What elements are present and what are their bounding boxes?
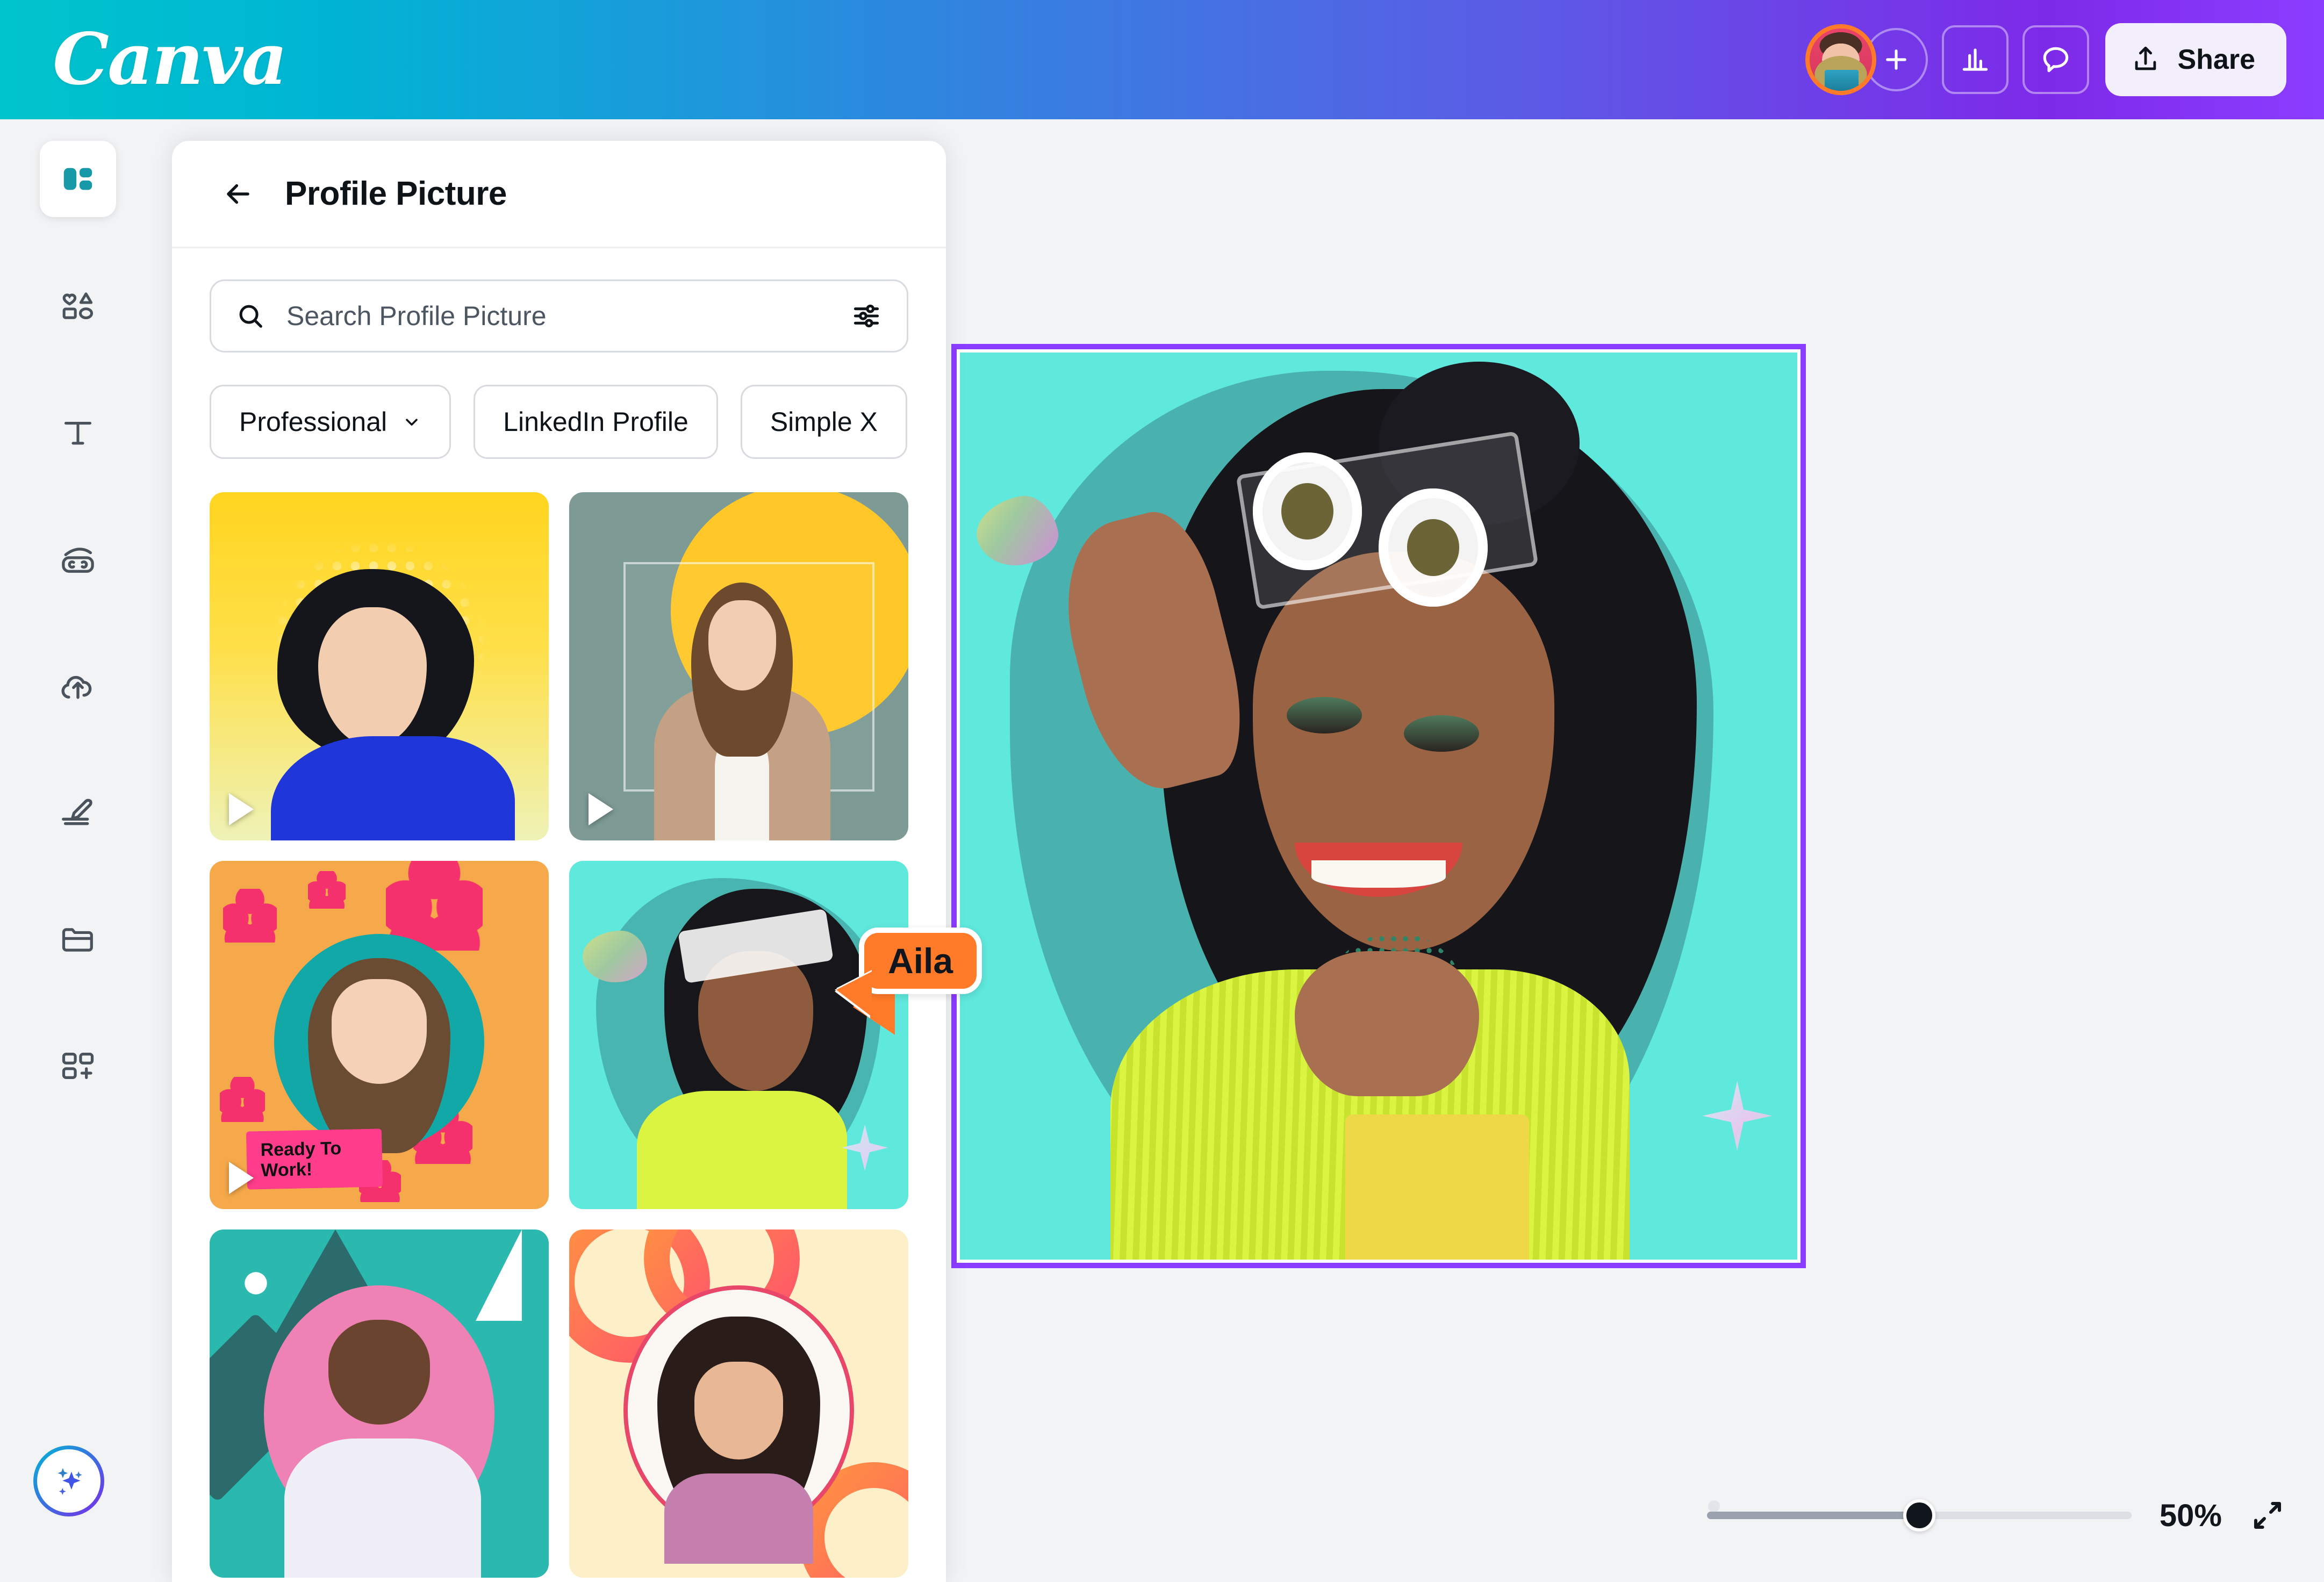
comment-icon [2043,47,2069,73]
topbar-actions: Share [1805,23,2286,96]
design-canvas[interactable] [960,353,1797,1260]
text-icon [64,422,92,445]
comments-button[interactable] [2022,25,2090,94]
design-icon [63,168,92,190]
canvas-portrait-teeth [1311,860,1446,888]
canvas-portrait-hand-lower [1295,951,1479,1097]
canvas-portrait-eye-left [1286,697,1362,734]
template-card[interactable] [569,1229,908,1578]
analytics-button[interactable] [1942,25,2009,94]
search-row: Search Profile Picture [172,248,946,353]
elements-icon [62,292,94,320]
magic-inner-circle [37,1449,101,1513]
apps-grid-icon [62,1052,94,1079]
chip-linkedin-profile[interactable]: LinkedIn Profile [474,385,718,459]
magic-studio-button[interactable] [33,1446,104,1516]
back-arrow-icon[interactable] [221,177,255,211]
analytics-icon [1963,48,1988,71]
chip-linkedin-profile-label: LinkedIn Profile [503,407,688,437]
zoom-slider[interactable] [1706,1488,2132,1542]
template-card[interactable] [210,1229,549,1578]
portrait-shirt [284,1438,481,1578]
panel-header: Profile Picture [172,141,946,248]
share-upload-icon [2135,46,2156,70]
template-grid: Ready To Work! [172,492,946,1578]
avatar[interactable] [1805,24,1877,95]
template-text-label: Ready To Work! [246,1128,383,1190]
canvas-sunglasses-lens-left [1253,452,1362,571]
chip-simple-label: Simple X [770,407,878,437]
portrait-face [694,1362,783,1459]
template-card[interactable] [569,861,908,1209]
filter-chips-row: Professional LinkedIn Profile Simple X [172,385,946,459]
template-card[interactable] [569,492,908,840]
side-panel: Profile Picture Search Profile Picture P… [172,141,946,1582]
folder-icon [62,928,93,952]
share-button-label: Share [2177,44,2255,75]
sidebar-item-apps[interactable] [40,1029,116,1105]
search-icon [239,305,262,328]
chip-professional[interactable]: Professional [210,385,451,459]
triangle-shape [475,1229,522,1321]
cloud-upload-icon [61,675,92,699]
collaborator-cursor: Aila [836,927,982,1017]
avatar-book-detail [1825,69,1859,91]
sidebar-item-projects[interactable] [40,902,116,978]
page-title: Profile Picture [285,175,507,212]
flower-shape [307,871,346,909]
draw-pen-icon [62,799,92,825]
collaborator-name-label: Aila [859,927,982,994]
play-icon[interactable] [589,793,613,825]
cursor-arrow-icon [836,972,872,1017]
filter-sliders-icon[interactable] [851,300,882,332]
canvas-star-element[interactable] [1702,1081,1773,1151]
brand-icon [62,548,94,573]
zoom-level-label: 50% [2159,1498,2222,1533]
sidebar-item-text[interactable] [40,394,116,471]
sidebar-item-elements[interactable] [40,268,116,344]
share-button[interactable]: Share [2105,23,2286,96]
top-bar: Canva Share [0,0,2324,119]
portrait-outfit [637,1090,848,1209]
flower-shape [219,1076,265,1122]
portrait-face [332,979,427,1084]
zoom-slider-min-dot [1708,1500,1720,1512]
search-input[interactable]: Search Profile Picture [210,279,908,353]
star-element [842,1124,888,1171]
left-sidebar [0,119,156,1582]
search-placeholder-text: Search Profile Picture [286,301,547,331]
flower-shape [223,888,277,943]
zoom-slider-thumb[interactable] [1903,1499,1935,1531]
template-card[interactable]: Ready To Work! [210,861,549,1209]
sparkle-icon [58,1468,82,1495]
sunburst-shape [229,1257,282,1309]
template-card[interactable] [210,492,549,840]
butterfly-element [583,930,648,982]
canvas-portrait-bag [1345,1114,1530,1260]
sidebar-item-uploads[interactable] [40,648,116,724]
plus-icon [1886,49,1907,70]
canva-logo[interactable]: Canva [53,24,288,95]
portrait-face [708,600,776,691]
sidebar-item-design[interactable] [40,141,116,217]
play-icon[interactable] [229,1162,254,1194]
sidebar-item-draw[interactable] [40,775,116,851]
chip-professional-label: Professional [239,407,388,437]
portrait-top [664,1473,814,1564]
sidebar-item-brand[interactable] [40,521,116,598]
chip-simple[interactable]: Simple X [740,385,907,459]
zoom-slider-fill [1706,1512,1919,1519]
expand-icon[interactable] [2250,1498,2285,1533]
portrait-face [328,1320,431,1425]
zoom-controls: 50% [1706,1488,2285,1542]
canvas-sunglasses-lens-right [1379,488,1488,607]
chevron-down-icon [406,419,418,426]
design-canvas-frame[interactable] [951,344,1806,1268]
play-icon[interactable] [229,793,254,825]
canvas-portrait-eye-right [1403,715,1479,752]
